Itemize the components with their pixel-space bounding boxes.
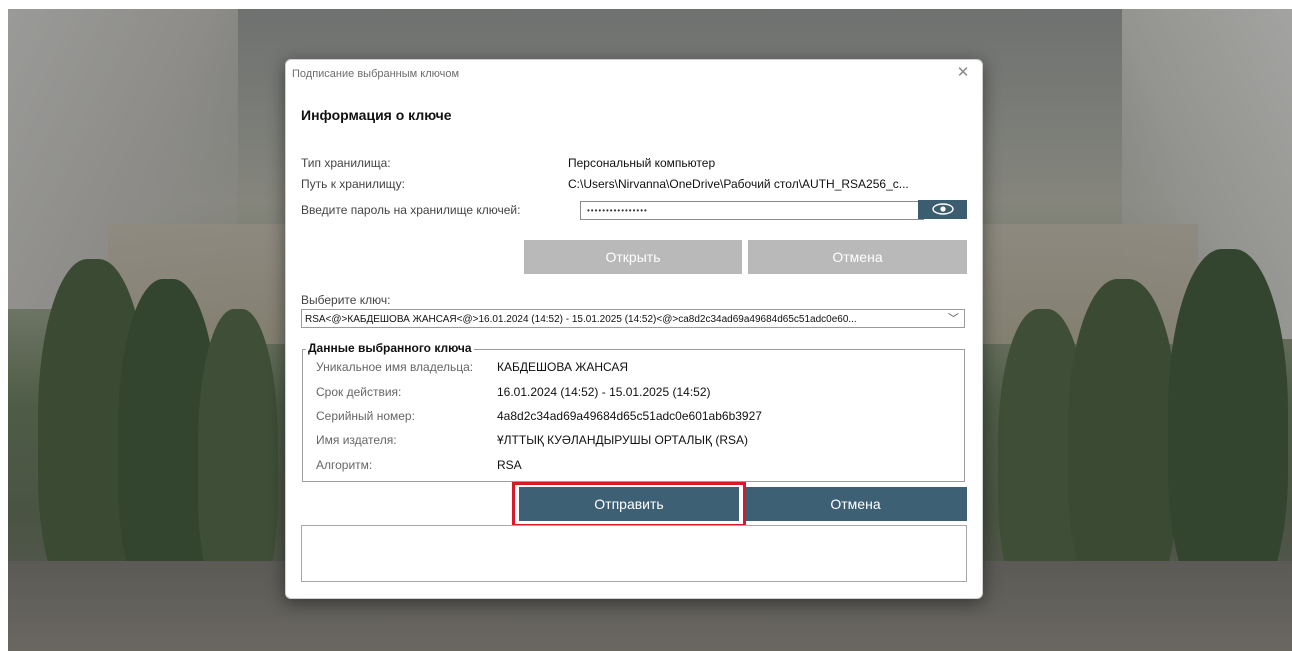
- key-data-legend: Данные выбранного ключа: [306, 341, 474, 355]
- selected-key-value: RSA<@>КАБДЕШОВА ЖАНСАЯ<@>16.01.2024 (14:…: [305, 314, 857, 325]
- serial-value: 4a8d2c34ad69a49684d65c51adc0e601ab6b3927: [497, 409, 762, 423]
- owner-value: КАБДЕШОВА ЖАНСАЯ: [497, 360, 629, 374]
- password-label: Введите пароль на хранилище ключей:: [301, 203, 521, 217]
- sign-dialog: Подписание выбранным ключом ✕ Информация…: [285, 59, 983, 599]
- issuer-label: Имя издателя:: [316, 433, 397, 447]
- send-button[interactable]: Отправить: [519, 487, 739, 521]
- password-field[interactable]: ••••••••••••••••: [580, 201, 924, 220]
- select-key-label: Выберите ключ:: [301, 293, 391, 307]
- message-area: [301, 525, 967, 582]
- tree: [1068, 279, 1178, 609]
- open-button[interactable]: Открыть: [524, 240, 742, 274]
- serial-label: Серийный номер:: [316, 409, 415, 423]
- chevron-down-icon: ﹀: [948, 313, 959, 325]
- tree: [1168, 249, 1288, 609]
- algorithm-label: Алгоритм:: [316, 458, 373, 472]
- owner-label: Уникальное имя владельца:: [316, 360, 474, 374]
- close-icon[interactable]: ✕: [952, 62, 974, 84]
- dialog-title: Подписание выбранным ключом: [292, 68, 460, 80]
- validity-label: Срок действия:: [316, 385, 402, 399]
- issuer-value: ҰЛТТЫҚ КУӘЛАНДЫРУШЫ ОРТАЛЫҚ (RSA): [497, 433, 749, 447]
- key-info-heading: Информация о ключе: [301, 107, 452, 123]
- storage-path-label: Путь к хранилищу:: [301, 177, 406, 191]
- algorithm-value: RSA: [497, 458, 522, 472]
- eye-icon: [931, 202, 954, 219]
- storage-path-value: C:\Users\Nirvanna\OneDrive\Рабочий стол\…: [568, 177, 909, 191]
- key-select[interactable]: RSA<@>КАБДЕШОВА ЖАНСАЯ<@>16.01.2024 (14:…: [301, 309, 965, 328]
- cancel-button-top[interactable]: Отмена: [748, 240, 967, 274]
- cancel-button-bottom[interactable]: Отмена: [744, 487, 967, 521]
- validity-value: 16.01.2024 (14:52) - 15.01.2025 (14:52): [497, 385, 711, 399]
- show-password-button[interactable]: [918, 200, 967, 219]
- storage-type-label: Тип хранилища:: [301, 156, 391, 170]
- storage-type-value: Персональный компьютер: [568, 156, 716, 170]
